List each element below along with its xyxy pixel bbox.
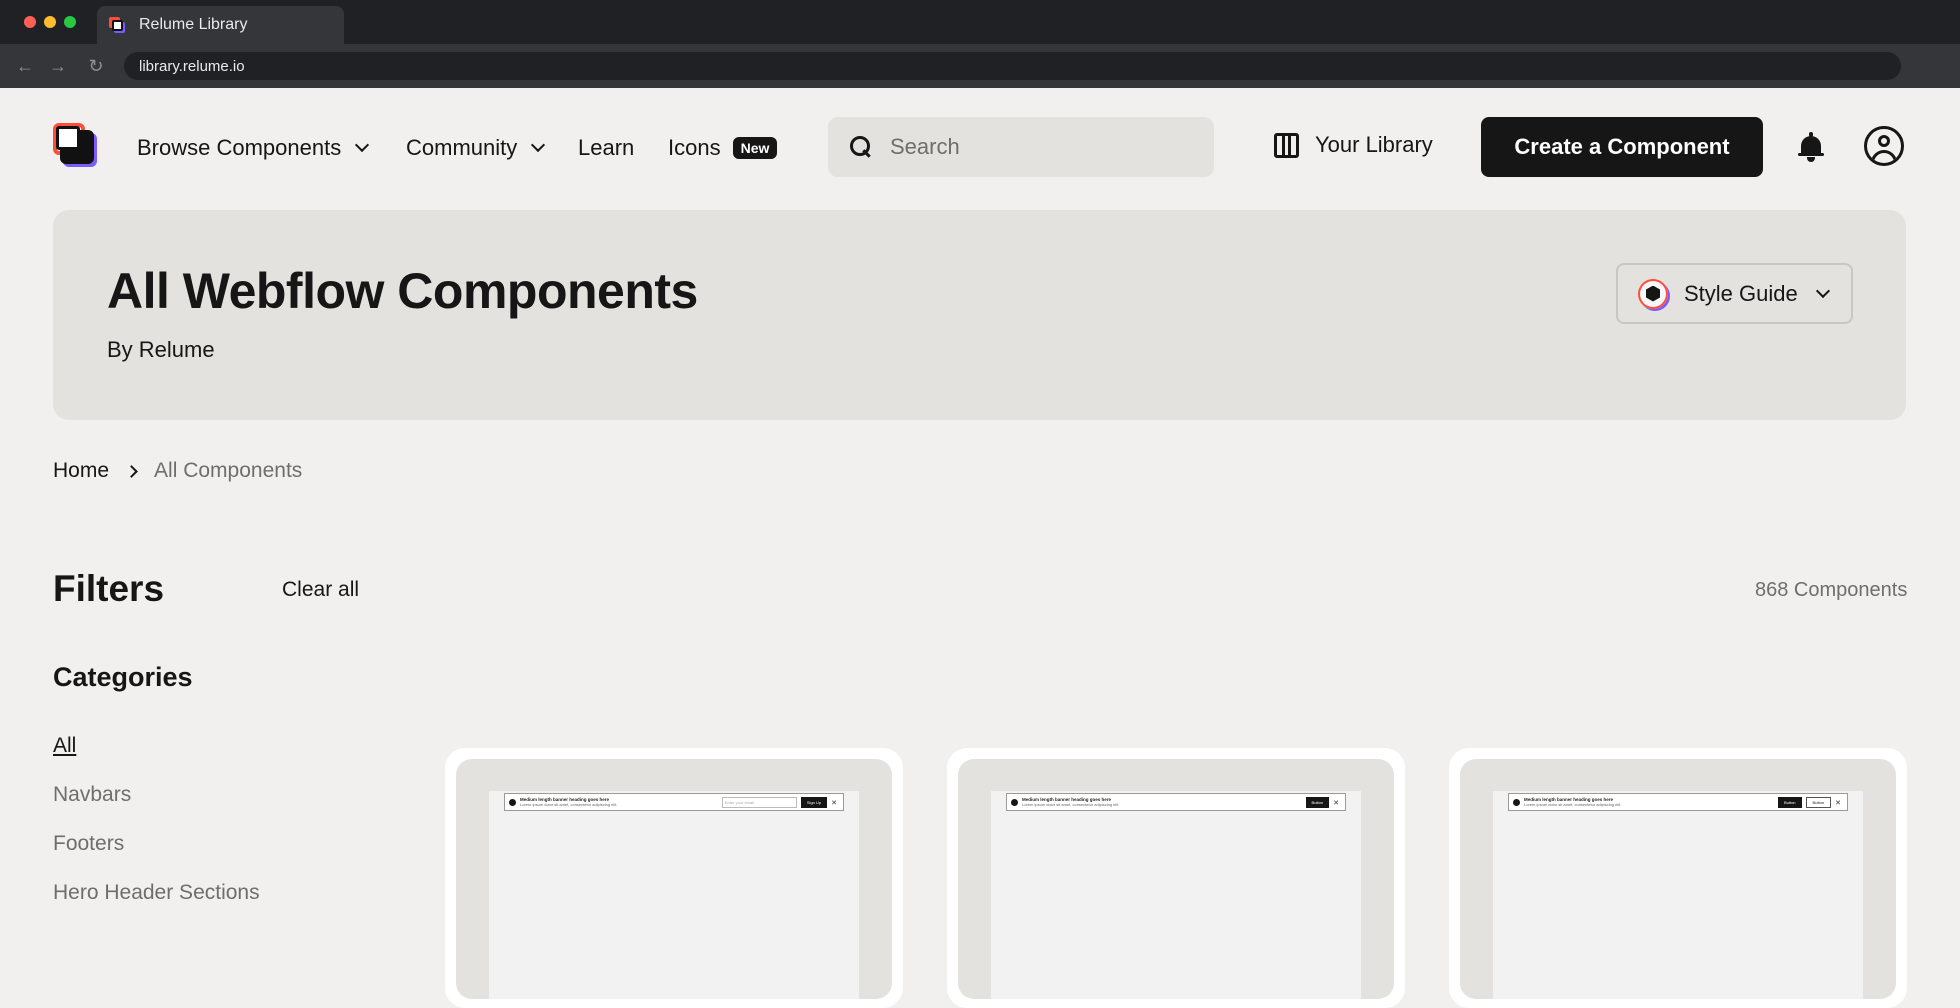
banner-preview: Medium length banner heading goes here L… [1508,793,1848,811]
nav-icons[interactable]: Icons New [668,135,778,161]
category-all[interactable]: All [53,734,76,758]
arrow-right-icon[interactable]: → [46,54,70,78]
nav-icons-label: Icons [668,135,721,160]
close-icon: ✕ [1333,799,1339,807]
browser-tab[interactable]: Relume Library [97,6,344,44]
logo-icon [509,798,516,806]
breadcrumb: Home All Components [53,459,302,483]
nav-browse-components[interactable]: Browse Components [137,135,370,161]
bell-icon[interactable] [1798,132,1824,162]
nav-community[interactable]: Community [406,135,546,161]
component-preview: Medium length banner heading goes here L… [489,791,859,999]
browser-chrome: Relume Library ← → ↻ library.relume.io [0,0,1960,88]
page-title: All Webflow Components [107,263,698,319]
library-icon [1274,132,1299,158]
email-field: Enter your email [721,797,797,808]
chevron-right-icon [125,464,138,478]
banner-button: Button [1305,797,1330,808]
your-library-link[interactable]: Your Library [1274,132,1433,158]
nav-browse-label: Browse Components [137,135,342,160]
maximize-window-button[interactable] [64,16,76,28]
banner-secondary-button: Button [1805,797,1832,808]
chevron-down-icon [531,137,546,153]
style-guide-dropdown[interactable]: Style Guide [1616,263,1853,324]
banner-body: Lorem ipsum dolor sit amet, consectetur … [1524,802,1622,807]
close-icon: ✕ [831,799,837,807]
user-avatar-icon[interactable] [1864,126,1904,166]
arrow-left-icon[interactable]: ← [13,54,37,78]
your-library-label: Your Library [1315,132,1433,157]
create-component-button[interactable]: Create a Component [1481,117,1763,177]
address-bar[interactable]: library.relume.io [124,52,1901,80]
nav-learn[interactable]: Learn [578,135,634,161]
breadcrumb-current: All Components [154,459,303,482]
filters-heading: Filters [53,568,165,609]
category-hero-header-sections[interactable]: Hero Header Sections [53,881,260,905]
banner-body: Lorem ipsum dolor sit amet, consectetur … [1022,802,1120,807]
chevron-down-icon [355,137,370,153]
relume-logo[interactable] [53,123,98,168]
logo-icon [1011,798,1018,806]
cube-icon [1638,278,1668,309]
minimize-window-button[interactable] [44,16,56,28]
chevron-down-icon [1815,283,1830,298]
style-guide-label: Style Guide [1684,280,1798,306]
component-card[interactable]: Medium length banner heading goes here L… [1449,748,1907,1008]
search-icon [850,136,872,158]
search-box[interactable] [828,117,1214,177]
close-window-button[interactable] [24,16,36,28]
relume-favicon-icon [109,17,125,33]
category-footers[interactable]: Footers [53,832,124,856]
categories-heading: Categories [53,662,193,692]
component-preview: Medium length banner heading goes here L… [1493,791,1863,999]
logo-icon [1513,798,1520,806]
nav-community-label: Community [406,135,518,160]
close-icon: ✕ [1835,799,1841,807]
tab-strip: Relume Library [0,0,1960,44]
signup-button: Sign Up [800,797,828,808]
breadcrumb-home[interactable]: Home [53,459,109,483]
component-preview: Medium length banner heading goes here L… [991,791,1361,999]
component-count: 868 Components [1755,579,1908,601]
card-preview-frame: Medium length banner heading goes here L… [1460,759,1896,999]
hero-banner: All Webflow Components By Relume Style G… [53,210,1906,420]
tab-title: Relume Library [139,16,248,33]
card-preview-frame: Medium length banner heading goes here L… [958,759,1394,999]
banner-button: Button [1777,797,1802,808]
nav-learn-label: Learn [578,135,635,160]
page-subtitle: By Relume [107,337,215,362]
reload-icon[interactable]: ↻ [84,54,108,78]
new-badge: New [732,137,778,159]
page: Browse Components Community Learn Icons … [0,88,1960,1008]
banner-body: Lorem ipsum dolor sit amet, consectetur … [520,802,618,807]
category-navbars[interactable]: Navbars [53,783,131,807]
component-card[interactable]: Medium length banner heading goes here L… [947,748,1405,1008]
card-preview-frame: Medium length banner heading goes here L… [456,759,892,999]
banner-preview: Medium length banner heading goes here L… [504,793,844,811]
search-input[interactable] [890,134,1190,160]
banner-preview: Medium length banner heading goes here L… [1006,793,1346,811]
url-text: library.relume.io [139,57,245,75]
clear-all-button[interactable]: Clear all [282,578,359,602]
component-card[interactable]: Medium length banner heading goes here L… [445,748,903,1008]
